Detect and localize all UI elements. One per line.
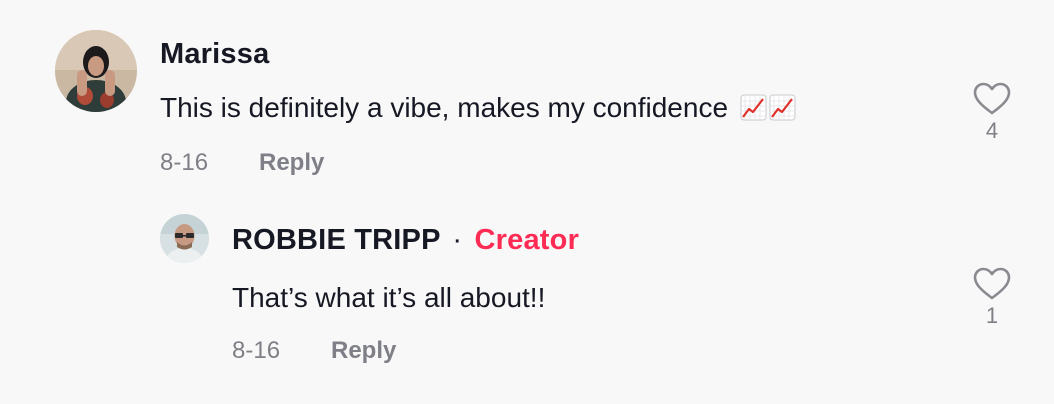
chart-increasing-icon (740, 94, 767, 121)
creator-badge: Creator (474, 224, 580, 256)
comment-text: That’s what it’s all about!! (232, 282, 546, 313)
like-count: 1 (985, 303, 999, 328)
comment-text: This is definitely a vibe, makes my conf… (160, 92, 796, 124)
separator-dot: · (452, 224, 463, 256)
comment-date: 8-16 (160, 149, 209, 176)
comment-date: 8-16 (232, 337, 281, 364)
heart-icon (973, 267, 1011, 300)
avatar-image (55, 30, 137, 112)
avatar[interactable] (55, 30, 137, 112)
reply-button[interactable]: Reply (331, 337, 396, 365)
avatar-image (160, 214, 209, 263)
like-count: 4 (985, 118, 999, 143)
avatar[interactable] (160, 214, 209, 263)
like-button[interactable]: 1 (972, 267, 1012, 329)
comment-text-content: This is definitely a vibe, makes my conf… (160, 92, 729, 123)
comment-username[interactable]: Marissa (160, 38, 269, 71)
reply-button[interactable]: Reply (259, 149, 324, 177)
comment-username[interactable]: ROBBIE TRIPP · Creator (232, 224, 579, 257)
chart-increasing-icon (769, 94, 796, 121)
creator-username[interactable]: ROBBIE TRIPP (232, 224, 440, 256)
heart-icon (973, 82, 1011, 115)
like-button[interactable]: 4 (972, 82, 1012, 144)
